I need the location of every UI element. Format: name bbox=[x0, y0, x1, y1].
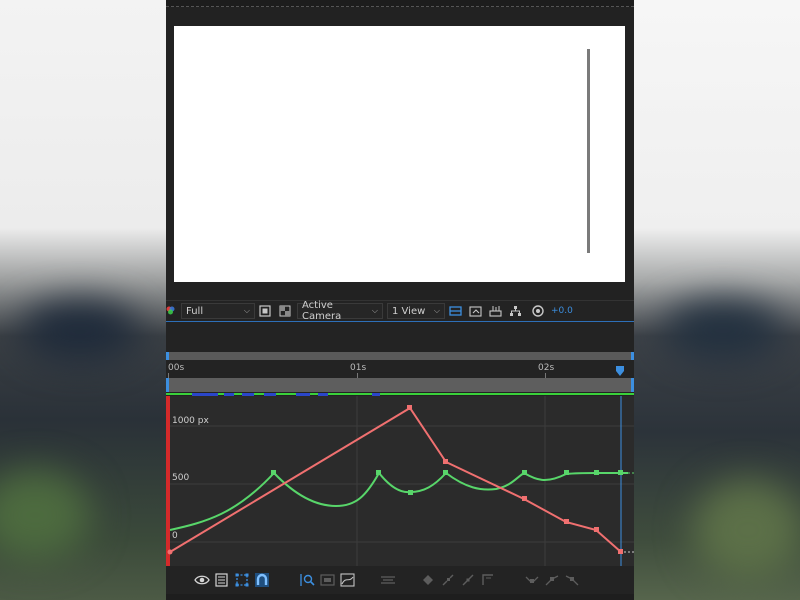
transform-box-icon[interactable] bbox=[233, 571, 251, 589]
resolution-dropdown[interactable]: Full ⌵ bbox=[181, 303, 255, 319]
easy-ease-icon[interactable] bbox=[523, 571, 541, 589]
panel-divider bbox=[166, 323, 634, 351]
value-axis-label: 500 bbox=[172, 473, 190, 483]
work-area-line bbox=[166, 393, 634, 395]
snapshot-icon[interactable] bbox=[468, 304, 482, 318]
graph-canvas[interactable] bbox=[166, 396, 634, 566]
exposure-value[interactable]: +0.0 bbox=[551, 306, 573, 316]
list-icon[interactable] bbox=[213, 571, 231, 589]
composition-viewer[interactable] bbox=[166, 7, 634, 300]
linear-icon[interactable] bbox=[459, 571, 477, 589]
chevron-down-icon: ⌵ bbox=[243, 306, 250, 315]
hold-icon[interactable] bbox=[439, 571, 457, 589]
keyframe-point bbox=[522, 496, 527, 501]
separate-dimensions-icon[interactable] bbox=[379, 571, 397, 589]
keyframe-point bbox=[407, 405, 412, 410]
reset-exposure-icon[interactable] bbox=[531, 304, 545, 318]
after-effects-window: Full ⌵ Active Camera ⌵ 1 View ⌵ +0.0 00s… bbox=[166, 0, 634, 600]
show-channel-icon[interactable] bbox=[488, 304, 502, 318]
playhead-handle-icon[interactable] bbox=[615, 366, 625, 376]
camera-view-dropdown[interactable]: Active Camera ⌵ bbox=[297, 300, 383, 322]
keyframe-point bbox=[271, 470, 276, 475]
keyframe-point bbox=[443, 459, 448, 464]
value-axis-label: 1000 px bbox=[172, 416, 209, 426]
work-area-bar[interactable] bbox=[166, 378, 634, 392]
panel-footer bbox=[166, 594, 634, 600]
keyframe-point bbox=[376, 470, 381, 475]
keyframe-point bbox=[594, 470, 599, 475]
shape-layer-bar[interactable] bbox=[587, 49, 590, 253]
view-layout-dropdown[interactable]: 1 View ⌵ bbox=[387, 303, 445, 319]
keyframe-point bbox=[522, 470, 527, 475]
graph-editor[interactable]: 1000 px 500 0 bbox=[166, 396, 634, 566]
keyframe-point bbox=[167, 549, 173, 555]
work-area-start-marker bbox=[166, 396, 170, 566]
ruler-label: 00s bbox=[168, 363, 185, 373]
easy-ease-out-icon[interactable] bbox=[563, 571, 581, 589]
graph-type-icon[interactable] bbox=[339, 571, 357, 589]
eye-icon[interactable] bbox=[193, 571, 211, 589]
fast-previews-icon[interactable] bbox=[448, 304, 462, 318]
keyframe-point bbox=[618, 470, 623, 475]
viewer-toolbar: Full ⌵ Active Camera ⌵ 1 View ⌵ +0.0 bbox=[166, 300, 634, 322]
keyframe-icon[interactable] bbox=[419, 571, 437, 589]
ruler-label: 02s bbox=[538, 363, 555, 373]
fit-all-icon[interactable] bbox=[319, 571, 337, 589]
fit-selection-icon[interactable] bbox=[299, 571, 317, 589]
green-value-curve bbox=[169, 471, 628, 531]
snap-icon[interactable] bbox=[253, 571, 271, 589]
view-layout-value: 1 View bbox=[392, 305, 426, 317]
keyframe-point bbox=[443, 470, 448, 475]
composition-canvas[interactable] bbox=[174, 26, 625, 282]
color-management-icon[interactable] bbox=[166, 304, 176, 318]
camera-view-value: Active Camera bbox=[302, 300, 342, 322]
easy-ease-in-icon[interactable] bbox=[543, 571, 561, 589]
blurred-background-left bbox=[0, 0, 167, 600]
value-axis-label: 0 bbox=[172, 531, 178, 541]
keyframe-point bbox=[594, 527, 599, 532]
ruler-label: 01s bbox=[350, 363, 367, 373]
keyframe-point bbox=[564, 470, 569, 475]
time-navigator-bar[interactable] bbox=[166, 352, 634, 360]
transparency-grid-icon[interactable] bbox=[278, 304, 292, 318]
chevron-down-icon: ⌵ bbox=[371, 306, 378, 315]
keyframe-point bbox=[618, 549, 623, 554]
keyframe-point bbox=[564, 519, 569, 524]
red-value-curve bbox=[169, 406, 622, 553]
graph-editor-toolbar bbox=[166, 566, 634, 594]
resolution-value: Full bbox=[186, 305, 204, 317]
auto-bezier-icon[interactable] bbox=[479, 571, 497, 589]
flowchart-icon[interactable] bbox=[508, 304, 522, 318]
blurred-background-right bbox=[633, 0, 800, 600]
time-ruler[interactable]: 00s 01s 02s bbox=[166, 360, 634, 378]
region-of-interest-icon[interactable] bbox=[258, 304, 272, 318]
keyframe-point bbox=[408, 490, 413, 495]
chevron-down-icon: ⌵ bbox=[433, 306, 440, 315]
composition-tab-strip bbox=[166, 0, 634, 7]
